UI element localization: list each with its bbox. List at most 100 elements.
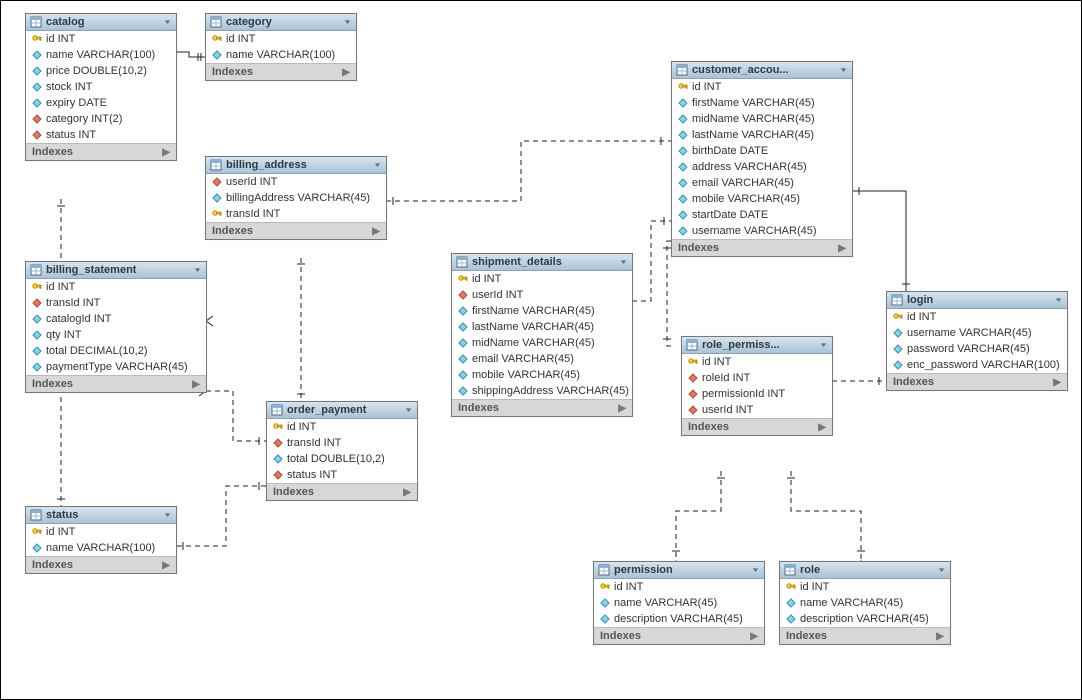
collapse-icon[interactable]: ▼ (1054, 297, 1063, 304)
column-row[interactable]: id INT (206, 31, 356, 47)
column-row[interactable]: address VARCHAR(45) (672, 159, 852, 175)
indexes-section[interactable]: Indexes▶ (26, 143, 176, 160)
expand-icon[interactable]: ▶ (342, 67, 350, 78)
column-row[interactable]: paymentType VARCHAR(45) (26, 359, 206, 375)
indexes-section[interactable]: Indexes▶ (206, 63, 356, 80)
collapse-icon[interactable]: ▼ (404, 407, 413, 414)
column-row[interactable]: birthDate DATE (672, 143, 852, 159)
indexes-section[interactable]: Indexes▶ (452, 399, 632, 416)
indexes-section[interactable]: Indexes▶ (887, 373, 1067, 390)
column-row[interactable]: id INT (452, 271, 632, 287)
collapse-icon[interactable]: ▼ (373, 162, 382, 169)
expand-icon[interactable]: ▶ (162, 147, 170, 158)
indexes-section[interactable]: Indexes▶ (206, 222, 386, 239)
column-row[interactable]: expiry DATE (26, 95, 176, 111)
eer-canvas[interactable]: catalog▼id INTname VARCHAR(100)price DOU… (0, 0, 1082, 700)
column-row[interactable]: category INT(2) (26, 111, 176, 127)
collapse-icon[interactable]: ▼ (343, 19, 352, 26)
table-header[interactable]: category▼ (206, 14, 356, 31)
column-row[interactable]: permissionId INT (682, 386, 832, 402)
column-row[interactable]: description VARCHAR(45) (780, 611, 950, 627)
column-row[interactable]: email VARCHAR(45) (452, 351, 632, 367)
column-row[interactable]: id INT (26, 31, 176, 47)
table-customer_accou[interactable]: customer_accou...▼id INTfirstName VARCHA… (671, 61, 853, 257)
column-row[interactable]: startDate DATE (672, 207, 852, 223)
table-header[interactable]: status▼ (26, 507, 176, 524)
collapse-icon[interactable]: ▼ (163, 19, 172, 26)
column-row[interactable]: total DOUBLE(10,2) (267, 451, 417, 467)
column-row[interactable]: name VARCHAR(100) (26, 540, 176, 556)
column-row[interactable]: id INT (267, 419, 417, 435)
column-row[interactable]: id INT (26, 524, 176, 540)
column-row[interactable]: status INT (267, 467, 417, 483)
table-header[interactable]: login▼ (887, 292, 1067, 309)
indexes-section[interactable]: Indexes▶ (682, 418, 832, 435)
indexes-section[interactable]: Indexes▶ (267, 483, 417, 500)
column-row[interactable]: firstName VARCHAR(45) (672, 95, 852, 111)
table-header[interactable]: shipment_details▼ (452, 254, 632, 271)
column-row[interactable]: name VARCHAR(100) (206, 47, 356, 63)
column-row[interactable]: id INT (26, 279, 206, 295)
table-login[interactable]: login▼id INTusername VARCHAR(45)password… (886, 291, 1068, 391)
column-row[interactable]: transId INT (206, 206, 386, 222)
column-row[interactable]: catalogId INT (26, 311, 206, 327)
column-row[interactable]: userId INT (206, 174, 386, 190)
column-row[interactable]: userId INT (452, 287, 632, 303)
expand-icon[interactable]: ▶ (162, 560, 170, 571)
column-row[interactable]: shippingAddress VARCHAR(45) (452, 383, 632, 399)
expand-icon[interactable]: ▶ (936, 631, 944, 642)
table-billing_statement[interactable]: billing_statement▼id INTtransId INTcatal… (25, 261, 207, 393)
expand-icon[interactable]: ▶ (192, 379, 200, 390)
table-order_payment[interactable]: order_payment▼id INTtransId INTtotal DOU… (266, 401, 418, 501)
collapse-icon[interactable]: ▼ (839, 67, 848, 74)
indexes-section[interactable]: Indexes▶ (26, 375, 206, 392)
column-row[interactable]: email VARCHAR(45) (672, 175, 852, 191)
table-shipment_details[interactable]: shipment_details▼id INTuserId INTfirstNa… (451, 253, 633, 417)
table-catalog[interactable]: catalog▼id INTname VARCHAR(100)price DOU… (25, 13, 177, 161)
column-row[interactable]: firstName VARCHAR(45) (452, 303, 632, 319)
column-row[interactable]: name VARCHAR(100) (26, 47, 176, 63)
expand-icon[interactable]: ▶ (750, 631, 758, 642)
collapse-icon[interactable]: ▼ (193, 267, 202, 274)
column-row[interactable]: username VARCHAR(45) (887, 325, 1067, 341)
column-row[interactable]: roleId INT (682, 370, 832, 386)
column-row[interactable]: billingAddress VARCHAR(45) (206, 190, 386, 206)
table-category[interactable]: category▼id INTname VARCHAR(100)Indexes▶ (205, 13, 357, 81)
column-row[interactable]: name VARCHAR(45) (594, 595, 764, 611)
column-row[interactable]: midName VARCHAR(45) (452, 335, 632, 351)
indexes-section[interactable]: Indexes▶ (26, 556, 176, 573)
column-row[interactable]: mobile VARCHAR(45) (452, 367, 632, 383)
column-row[interactable]: id INT (887, 309, 1067, 325)
column-row[interactable]: stock INT (26, 79, 176, 95)
expand-icon[interactable]: ▶ (1053, 377, 1061, 388)
column-row[interactable]: qty INT (26, 327, 206, 343)
expand-icon[interactable]: ▶ (618, 403, 626, 414)
column-row[interactable]: password VARCHAR(45) (887, 341, 1067, 357)
column-row[interactable]: transId INT (26, 295, 206, 311)
column-row[interactable]: mobile VARCHAR(45) (672, 191, 852, 207)
column-row[interactable]: username VARCHAR(45) (672, 223, 852, 239)
table-header[interactable]: role_permiss...▼ (682, 337, 832, 354)
table-role_permiss[interactable]: role_permiss...▼id INTroleId INTpermissi… (681, 336, 833, 436)
column-row[interactable]: price DOUBLE(10,2) (26, 63, 176, 79)
column-row[interactable]: enc_password VARCHAR(100) (887, 357, 1067, 373)
indexes-section[interactable]: Indexes▶ (780, 627, 950, 644)
column-row[interactable]: name VARCHAR(45) (780, 595, 950, 611)
table-header[interactable]: order_payment▼ (267, 402, 417, 419)
column-row[interactable]: transId INT (267, 435, 417, 451)
expand-icon[interactable]: ▶ (403, 487, 411, 498)
column-row[interactable]: description VARCHAR(45) (594, 611, 764, 627)
column-row[interactable]: lastName VARCHAR(45) (672, 127, 852, 143)
table-billing_address[interactable]: billing_address▼userId INTbillingAddress… (205, 156, 387, 240)
indexes-section[interactable]: Indexes▶ (672, 239, 852, 256)
table-header[interactable]: billing_address▼ (206, 157, 386, 174)
table-header[interactable]: customer_accou...▼ (672, 62, 852, 79)
table-header[interactable]: role▼ (780, 562, 950, 579)
column-row[interactable]: status INT (26, 127, 176, 143)
table-header[interactable]: billing_statement▼ (26, 262, 206, 279)
table-permission[interactable]: permission▼id INTname VARCHAR(45)descrip… (593, 561, 765, 645)
column-row[interactable]: lastName VARCHAR(45) (452, 319, 632, 335)
table-header[interactable]: catalog▼ (26, 14, 176, 31)
table-role[interactable]: role▼id INTname VARCHAR(45)description V… (779, 561, 951, 645)
expand-icon[interactable]: ▶ (838, 243, 846, 254)
